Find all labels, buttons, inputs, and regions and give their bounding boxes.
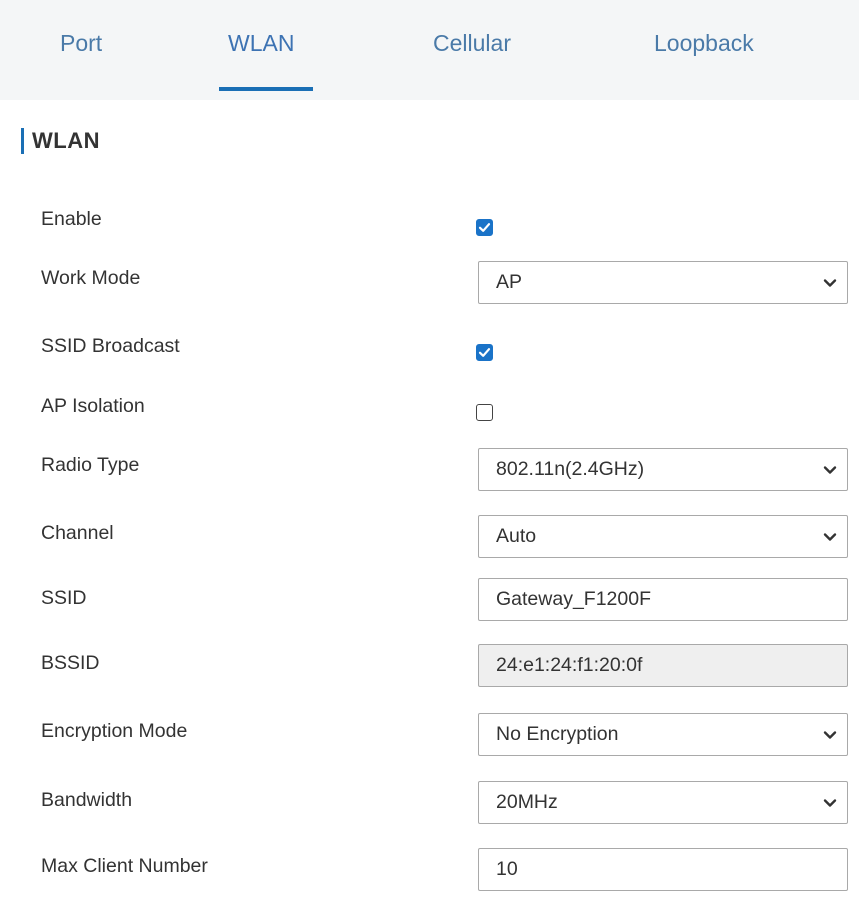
ssid-value: Gateway_F1200F xyxy=(496,588,652,610)
radio-type-value: 802.11n(2.4GHz) xyxy=(496,458,645,480)
work-mode-label: Work Mode xyxy=(41,267,141,289)
tab-bar: Port WLAN Cellular Loopback xyxy=(0,0,859,100)
encryption-mode-select[interactable]: No Encryption xyxy=(478,713,848,756)
ap-isolation-checkbox[interactable] xyxy=(476,404,493,421)
max-client-number-input[interactable]: 10 xyxy=(478,848,848,891)
radio-type-label: Radio Type xyxy=(41,454,140,476)
ap-isolation-label: AP Isolation xyxy=(41,395,145,417)
bandwidth-label: Bandwidth xyxy=(41,789,133,811)
tab-wlan[interactable]: WLAN xyxy=(228,30,294,57)
radio-type-select[interactable]: 802.11n(2.4GHz) xyxy=(478,448,848,491)
chevron-down-icon xyxy=(813,262,847,303)
ssid-input[interactable]: Gateway_F1200F xyxy=(478,578,848,621)
checkmark-icon xyxy=(478,223,491,232)
section-header: WLAN xyxy=(21,126,100,156)
max-client-number-value: 10 xyxy=(496,858,518,880)
chevron-down-icon xyxy=(813,516,847,557)
ssid-label: SSID xyxy=(41,587,87,609)
tab-cellular[interactable]: Cellular xyxy=(433,30,511,57)
active-tab-indicator xyxy=(219,87,313,91)
encryption-mode-label: Encryption Mode xyxy=(41,720,188,742)
chevron-down-icon xyxy=(813,782,847,823)
bssid-field: 24:e1:24:f1:20:0f xyxy=(478,644,848,687)
checkmark-icon xyxy=(478,348,491,357)
enable-checkbox[interactable] xyxy=(476,219,493,236)
bssid-value: 24:e1:24:f1:20:0f xyxy=(496,654,643,676)
channel-select[interactable]: Auto xyxy=(478,515,848,558)
section-accent-bar xyxy=(21,128,24,154)
ssid-broadcast-label: SSID Broadcast xyxy=(41,335,180,357)
encryption-mode-value: No Encryption xyxy=(496,723,619,745)
bssid-label: BSSID xyxy=(41,652,100,674)
work-mode-select[interactable]: AP xyxy=(478,261,848,304)
channel-label: Channel xyxy=(41,522,114,544)
bandwidth-value: 20MHz xyxy=(496,791,558,813)
chevron-down-icon xyxy=(813,449,847,490)
work-mode-value: AP xyxy=(496,271,523,293)
bandwidth-select[interactable]: 20MHz xyxy=(478,781,848,824)
channel-value: Auto xyxy=(496,525,537,547)
max-client-number-label: Max Client Number xyxy=(41,855,208,877)
enable-label: Enable xyxy=(41,208,102,230)
section-title: WLAN xyxy=(32,128,100,153)
tab-port[interactable]: Port xyxy=(60,30,102,57)
tab-loopback[interactable]: Loopback xyxy=(654,30,754,57)
ssid-broadcast-checkbox[interactable] xyxy=(476,344,493,361)
chevron-down-icon xyxy=(813,714,847,755)
